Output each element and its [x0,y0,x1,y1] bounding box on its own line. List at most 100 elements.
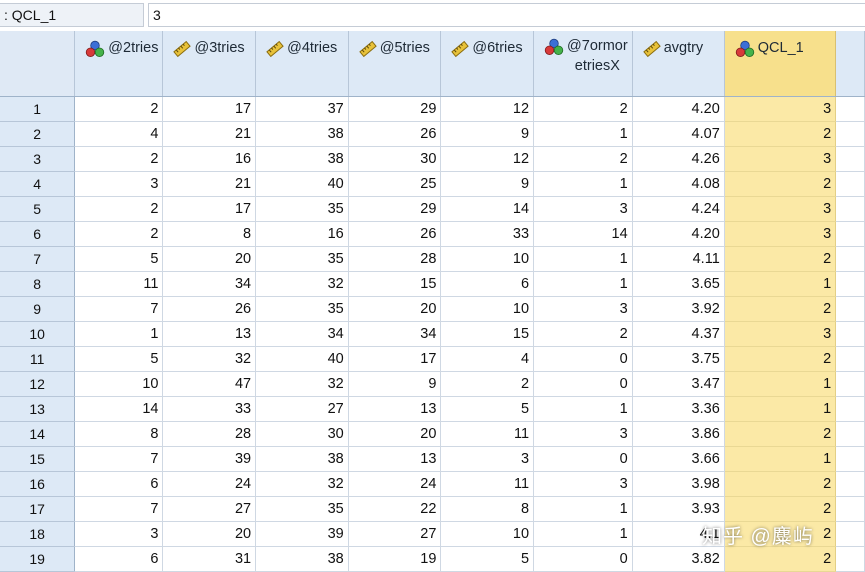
row-header[interactable]: 14 [0,421,76,447]
data-cell[interactable]: 2 [724,296,837,322]
data-cell[interactable]: 2 [724,171,837,197]
data-cell[interactable]: 2 [533,96,633,122]
row-header[interactable]: 13 [0,396,76,422]
data-cell[interactable]: 3.93 [632,496,725,522]
data-cell[interactable]: 6 [440,271,535,297]
data-cell[interactable]: 33 [440,221,535,247]
data-cell[interactable]: 4.11 [632,246,725,272]
data-cell[interactable]: 0 [533,446,633,472]
data-cell[interactable]: 2 [724,121,837,147]
data-cell[interactable]: 1 [533,121,633,147]
data-cell[interactable]: 37 [255,96,349,122]
data-cell[interactable]: 16 [255,221,349,247]
data-cell[interactable]: 14 [440,196,535,222]
data-cell[interactable]: 4.24 [632,196,725,222]
data-cell[interactable]: 11 [74,271,164,297]
column-header[interactable]: @2tries [74,31,164,97]
data-cell[interactable]: 2 [533,146,633,172]
data-cell[interactable]: 0 [533,346,633,372]
data-cell[interactable]: 4.20 [632,221,725,247]
data-cell[interactable]: 7 [74,446,164,472]
data-cell[interactable]: 4.26 [632,146,725,172]
row-header[interactable]: 19 [0,546,76,572]
data-cell[interactable]: 3 [74,171,164,197]
data-cell[interactable]: 26 [162,296,257,322]
data-cell[interactable]: 4.37 [632,321,725,347]
data-cell[interactable]: 11 [440,471,535,497]
data-cell[interactable]: 3 [440,446,535,472]
data-cell[interactable]: 35 [255,196,349,222]
data-cell[interactable]: 1 [724,396,837,422]
empty-cell[interactable] [835,496,865,522]
data-cell[interactable]: 4 [74,121,164,147]
column-header[interactable]: avgtry [632,31,725,97]
row-header[interactable]: 8 [0,271,76,297]
data-cell[interactable]: 2 [74,96,164,122]
empty-cell[interactable] [835,396,865,422]
data-cell[interactable]: 3 [724,96,837,122]
data-cell[interactable]: 2 [724,471,837,497]
empty-cell[interactable] [835,471,865,497]
cell-reference-box[interactable]: : QCL_1 [0,3,144,27]
data-cell[interactable]: 1 [724,446,837,472]
data-cell[interactable]: 3.36 [632,396,725,422]
data-cell[interactable]: 38 [255,546,349,572]
data-cell[interactable]: 4.07 [632,121,725,147]
data-cell[interactable]: 1 [724,371,837,397]
empty-cell[interactable] [835,521,865,547]
data-cell[interactable]: 17 [162,196,257,222]
data-cell[interactable]: 1 [533,171,633,197]
data-cell[interactable]: 13 [162,321,257,347]
data-cell[interactable]: 28 [348,246,442,272]
empty-cell[interactable] [835,296,865,322]
data-cell[interactable]: 2 [74,146,164,172]
data-cell[interactable]: 4.08 [632,171,725,197]
empty-cell[interactable] [835,171,865,197]
data-cell[interactable]: 28 [162,421,257,447]
data-cell[interactable]: 3.66 [632,446,725,472]
data-cell[interactable]: 8 [440,496,535,522]
data-cell[interactable]: 34 [255,321,349,347]
data-cell[interactable]: 17 [162,96,257,122]
data-cell[interactable]: 30 [255,421,349,447]
data-cell[interactable]: 3.47 [632,371,725,397]
empty-cell[interactable] [835,346,865,372]
data-cell[interactable]: 0 [533,546,633,572]
data-cell[interactable]: 33 [162,396,257,422]
row-header[interactable]: 17 [0,496,76,522]
data-cell[interactable]: 4.20 [632,96,725,122]
data-cell[interactable]: 3 [724,196,837,222]
empty-cell[interactable] [835,96,865,122]
data-cell[interactable]: 29 [348,96,442,122]
empty-cell[interactable] [835,146,865,172]
row-header[interactable]: 1 [0,96,76,122]
data-cell[interactable]: 40 [255,171,349,197]
data-cell[interactable]: 2 [533,321,633,347]
empty-cell[interactable] [835,246,865,272]
data-cell[interactable]: 12 [440,96,535,122]
data-cell[interactable]: 26 [348,121,442,147]
data-cell[interactable]: 2 [74,196,164,222]
data-cell[interactable]: 40 [255,346,349,372]
data-cell[interactable]: 5 [440,396,535,422]
data-cell[interactable]: 16 [162,146,257,172]
data-cell[interactable]: 8 [162,221,257,247]
data-cell[interactable]: 21 [162,171,257,197]
data-cell[interactable]: 38 [255,146,349,172]
data-cell[interactable]: 38 [255,121,349,147]
data-cell[interactable]: 20 [162,246,257,272]
row-header[interactable]: 9 [0,296,76,322]
empty-cell[interactable] [835,271,865,297]
data-cell[interactable]: 27 [162,496,257,522]
data-cell[interactable]: 2 [724,496,837,522]
empty-column-header[interactable] [835,31,865,97]
cell-value-input[interactable]: 3 [148,3,865,27]
data-cell[interactable]: 2 [724,346,837,372]
data-cell[interactable]: 39 [255,521,349,547]
data-cell[interactable]: 3.86 [632,421,725,447]
row-header[interactable]: 15 [0,446,76,472]
data-cell[interactable]: 10 [74,371,164,397]
data-cell[interactable]: 12 [440,146,535,172]
data-cell[interactable]: 1 [533,496,633,522]
empty-cell[interactable] [835,546,865,572]
